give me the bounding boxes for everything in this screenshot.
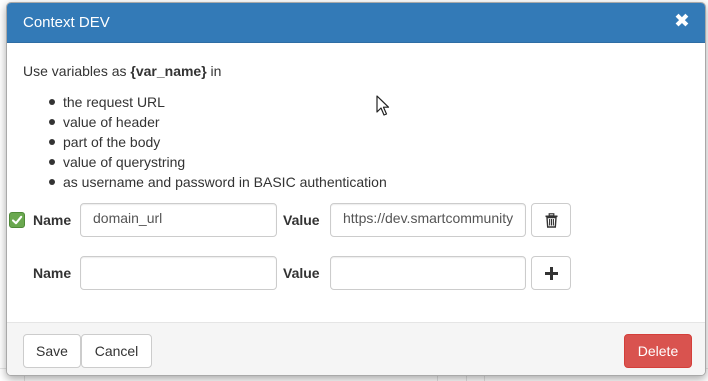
close-icon[interactable]: ✖: [673, 11, 691, 31]
list-item: part of the body: [45, 132, 387, 152]
bullet-icon: [49, 139, 55, 145]
list-item: as username and password in BASIC authen…: [45, 172, 387, 192]
intro-suffix: in: [206, 63, 222, 79]
list-item: value of header: [45, 112, 387, 132]
mouse-pointer-icon: [376, 95, 390, 116]
variable-row: Name domain_url Value https://dev.smartc…: [7, 203, 705, 237]
usage-list: the request URL value of header part of …: [45, 92, 387, 192]
delete-variable-button[interactable]: [531, 203, 571, 237]
modal-footer: Save Cancel Delete: [7, 322, 705, 375]
usage-item-label: the request URL: [63, 94, 165, 110]
usage-item-label: value of header: [63, 114, 160, 130]
usage-item-label: as username and password in BASIC authen…: [63, 174, 387, 190]
value-label: Value: [283, 212, 320, 228]
bullet-icon: [49, 159, 55, 165]
name-label: Name: [33, 212, 72, 228]
new-name-input[interactable]: [80, 256, 277, 290]
list-item: value of querystring: [45, 152, 387, 172]
checkbox-checked-icon[interactable]: [9, 212, 25, 228]
value-label: Value: [283, 265, 320, 281]
new-value-input[interactable]: [330, 256, 526, 290]
bullet-icon: [49, 99, 55, 105]
intro-prefix: Use variables as: [23, 63, 131, 79]
context-modal: Context DEV ✖ Use variables as {var_name…: [6, 2, 706, 376]
new-variable-row: Name Value: [7, 256, 705, 290]
plus-icon: [545, 267, 558, 280]
name-label: Name: [33, 265, 72, 281]
modal-title: Context DEV: [23, 14, 110, 31]
modal-header: Context DEV ✖: [7, 3, 705, 43]
cancel-button[interactable]: Cancel: [81, 334, 152, 368]
add-variable-button[interactable]: [531, 256, 571, 290]
intro-text: Use variables as {var_name} in: [23, 62, 221, 80]
bullet-icon: [49, 179, 55, 185]
name-input[interactable]: domain_url: [80, 203, 277, 237]
usage-item-label: value of querystring: [63, 154, 186, 170]
delete-button[interactable]: Delete: [624, 334, 692, 368]
save-button[interactable]: Save: [23, 334, 81, 368]
intro-variable-syntax: {var_name}: [130, 63, 207, 79]
trash-icon: [545, 213, 558, 228]
list-item: the request URL: [45, 92, 387, 112]
bullet-icon: [49, 119, 55, 125]
usage-item-label: part of the body: [63, 134, 161, 150]
value-input[interactable]: https://dev.smartcommunity: [330, 203, 526, 237]
